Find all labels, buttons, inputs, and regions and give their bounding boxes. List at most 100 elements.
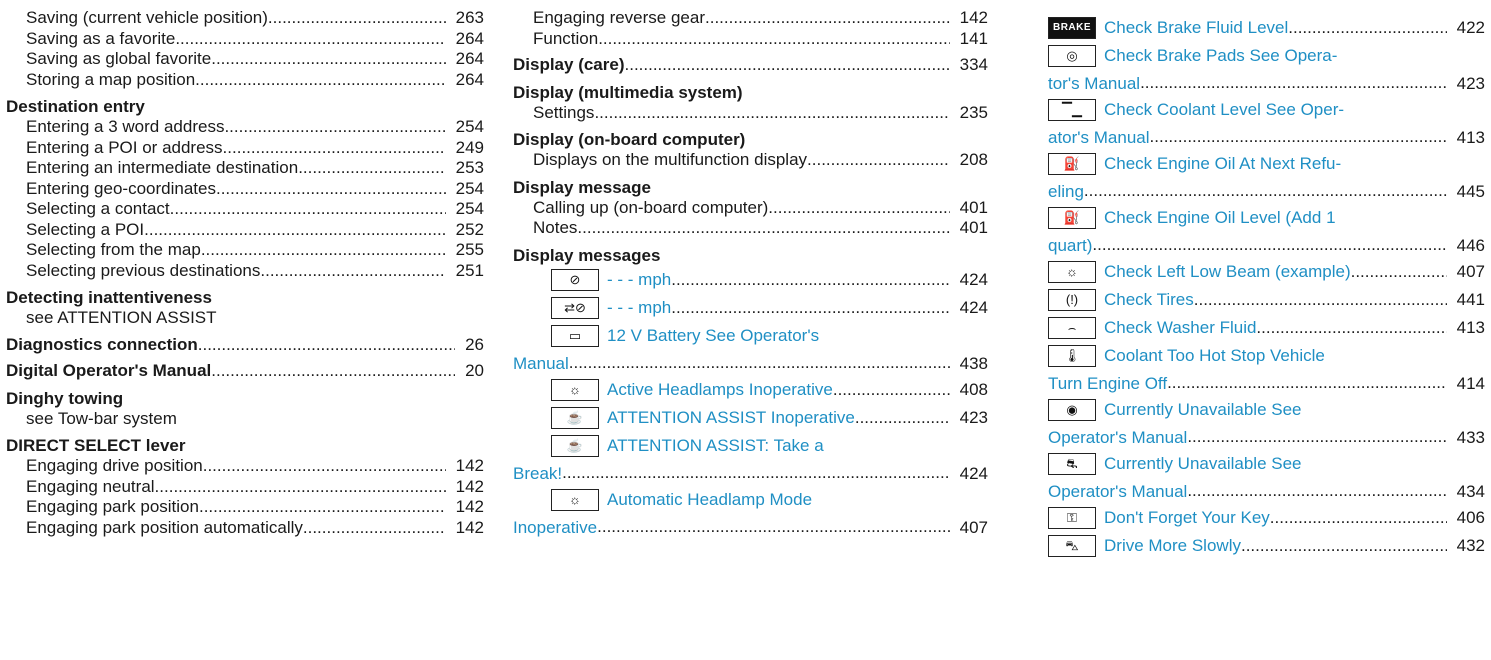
message-text[interactable]: Manual xyxy=(513,350,569,378)
index-subentry[interactable]: Saving as a favorite 264 xyxy=(6,29,484,50)
message-text[interactable]: Currently Unavailable See xyxy=(1104,396,1302,424)
leader-dots xyxy=(195,70,445,91)
leader-dots xyxy=(562,459,949,487)
index-subentry[interactable]: Engaging drive position142 xyxy=(6,456,484,477)
message-text[interactable]: Inoperative xyxy=(513,514,597,542)
index-heading: Display message xyxy=(513,177,651,197)
index-subentry[interactable]: Selecting a contact 254 xyxy=(6,199,484,220)
display-message-entry[interactable]: ⛽ Check Engine Oil At Next Refu-eling 445 xyxy=(1048,150,1485,204)
page-number: 264 xyxy=(455,69,484,89)
index-subentry[interactable]: Displays on the multifunction display 208 xyxy=(513,150,988,171)
page-number: 441 xyxy=(1456,290,1485,309)
display-message-entry[interactable]: ⌢ Check Washer Fluid 413 xyxy=(1048,314,1485,342)
message-text[interactable]: eling xyxy=(1048,178,1084,206)
display-message-entry[interactable]: ◉ Currently Unavailable See Operator's Man… xyxy=(1048,396,1485,450)
display-message-entry[interactable]: ☕ ATTENTION ASSIST: Take a Break! 424 xyxy=(513,432,988,486)
index-subentry[interactable]: Saving (current vehicle position) 263 xyxy=(6,8,484,29)
message-text[interactable]: ATTENTION ASSIST Inoperative xyxy=(607,404,855,432)
leader-dots xyxy=(597,513,950,541)
message-text[interactable]: Don't Forget Your Key xyxy=(1104,504,1270,532)
index-subentry[interactable]: Engaging reverse gear 142 xyxy=(513,8,988,29)
index-subentry[interactable]: Storing a map position 264 xyxy=(6,70,484,91)
display-message-entry[interactable]: ☼ Check Left Low Beam (example) 407 xyxy=(1048,258,1485,286)
display-message-entry[interactable]: ☼ Active Headlamps Inoperative 408 xyxy=(513,376,988,404)
page-number: 401 xyxy=(959,218,988,237)
message-text[interactable]: Check Coolant Level See Oper- xyxy=(1104,96,1344,124)
page-number: 249 xyxy=(455,137,484,157)
index-entry[interactable]: Diagnostics connection26 xyxy=(6,335,484,356)
see-reference[interactable]: see Tow-bar system xyxy=(6,409,484,430)
entry-text: Engaging park position automatically xyxy=(26,517,303,537)
display-message-entry[interactable]: ⇄⊘ - - - mph 424 xyxy=(513,294,988,322)
index-subentry[interactable]: Notes 401 xyxy=(513,218,988,239)
index-subentry[interactable]: Entering an intermediate destination 253 xyxy=(6,158,484,179)
entry-text: Entering geo-coordinates xyxy=(26,178,216,198)
message-text[interactable]: ATTENTION ASSIST: Take a xyxy=(607,432,824,460)
index-subentry[interactable]: Engaging park position142 xyxy=(6,497,484,518)
display-message-entry[interactable]: ⚿ Don't Forget Your Key 406 xyxy=(1048,504,1485,532)
index-subentry[interactable]: Function 141 xyxy=(513,29,988,50)
display-message-entry[interactable]: ⛍ Drive More Slowly 432 xyxy=(1048,532,1485,560)
leader-dots xyxy=(155,477,446,498)
index-subentry[interactable]: Settings 235 xyxy=(513,103,988,124)
message-text[interactable]: Operator's Manual xyxy=(1048,424,1187,452)
display-message-entry[interactable]: 🌡 Coolant Too Hot Stop Vehicle Turn Engine… xyxy=(1048,342,1485,396)
message-text[interactable]: tor's Manual xyxy=(1048,70,1140,98)
message-text[interactable]: - - - mph xyxy=(607,294,671,322)
message-text[interactable]: Drive More Slowly xyxy=(1104,532,1241,560)
message-text[interactable]: Check Engine Oil Level (Add 1 xyxy=(1104,204,1336,232)
index-subentry[interactable]: Engaging park position automatically142 xyxy=(6,518,484,539)
see-reference[interactable]: see ATTENTION ASSIST xyxy=(6,308,484,329)
display-message-entry[interactable]: ▔▁ Check Coolant Level See Oper-ator's Ma… xyxy=(1048,96,1485,150)
message-text[interactable]: Coolant Too Hot Stop Vehicle xyxy=(1104,342,1325,370)
display-message-entry[interactable]: BRAKE Check Brake Fluid Level 422 xyxy=(1048,14,1485,42)
index-subentry[interactable]: Entering geo-coordinates 254 xyxy=(6,179,484,200)
index-subentry[interactable]: Entering a POI or address 249 xyxy=(6,138,484,159)
message-text[interactable]: Check Brake Fluid Level xyxy=(1104,14,1288,42)
message-text[interactable]: Check Left Low Beam (example) xyxy=(1104,258,1351,286)
message-text[interactable]: 12 V Battery See Operator's xyxy=(607,322,819,350)
message-text[interactable]: quart) xyxy=(1048,232,1092,260)
display-message-entry[interactable]: ⛽ Check Engine Oil Level (Add 1 quart) 446 xyxy=(1048,204,1485,258)
message-text[interactable]: - - - mph xyxy=(607,266,671,294)
message-text[interactable]: Check Washer Fluid xyxy=(1104,314,1256,342)
leader-dots xyxy=(705,8,950,29)
index-subentry[interactable]: Engaging neutral142 xyxy=(6,477,484,498)
display-message-entry[interactable]: ☕ ATTENTION ASSIST Inoperative 423 xyxy=(513,404,988,432)
message-text[interactable]: Active Headlamps Inoperative xyxy=(607,376,833,404)
index-subentry[interactable]: Selecting from the map 255 xyxy=(6,240,484,261)
display-message-entry[interactable]: ▭ 12 V Battery See Operator's Manual 438 xyxy=(513,322,988,376)
index-subentry[interactable]: Entering a 3 word address 254 xyxy=(6,117,484,138)
index-subentry[interactable]: Saving as global favorite 264 xyxy=(6,49,484,70)
entry-text: Saving (current vehicle position) xyxy=(26,8,268,27)
index-subentry[interactable]: Selecting a POI 252 xyxy=(6,220,484,241)
message-text[interactable]: Check Tires xyxy=(1104,286,1194,314)
display-message-entry[interactable]: ⊘ - - - mph 424 xyxy=(513,266,988,294)
page-number: 406 xyxy=(1456,508,1485,527)
index-subentry[interactable]: Selecting previous destinations251 xyxy=(6,261,484,282)
page-number: 253 xyxy=(455,158,484,177)
index-heading: Display (on-board computer) xyxy=(513,130,746,149)
display-message-entry[interactable]: ⛐ Currently Unavailable See Operator's Man… xyxy=(1048,450,1485,504)
index-heading: Destination entry xyxy=(6,97,145,116)
page-number: 264 xyxy=(455,28,484,48)
leader-dots xyxy=(855,404,950,432)
index-entry[interactable]: Display (care)334 xyxy=(513,55,988,76)
display-message-entry[interactable]: ☼ Automatic Headlamp Mode Inoperative 407 xyxy=(513,486,988,540)
message-text[interactable]: Check Engine Oil At Next Refu- xyxy=(1104,150,1341,178)
leader-dots xyxy=(175,29,445,50)
display-message-entry[interactable]: (!) Check Tires 441 xyxy=(1048,286,1485,314)
display-message-entry[interactable]: ◎ Check Brake Pads See Opera-tor's Manual… xyxy=(1048,42,1485,96)
message-text[interactable]: Currently Unavailable See xyxy=(1104,450,1302,478)
message-text[interactable]: Automatic Headlamp Mode xyxy=(607,486,812,514)
message-text[interactable]: Operator's Manual xyxy=(1048,478,1187,506)
message-text[interactable]: Check Brake Pads See Opera- xyxy=(1104,42,1337,70)
index-subentry[interactable]: Calling up (on-board computer) 401 xyxy=(513,198,988,219)
message-text[interactable]: Turn Engine Off xyxy=(1048,370,1167,398)
message-text[interactable]: ator's Manual xyxy=(1048,124,1150,152)
index-entry[interactable]: Digital Operator's Manual20 xyxy=(6,361,484,382)
page-number: 407 xyxy=(1456,262,1485,281)
index-heading: DIRECT SELECT lever xyxy=(6,436,186,455)
page-number: 255 xyxy=(455,240,484,259)
message-text[interactable]: Break! xyxy=(513,460,562,488)
